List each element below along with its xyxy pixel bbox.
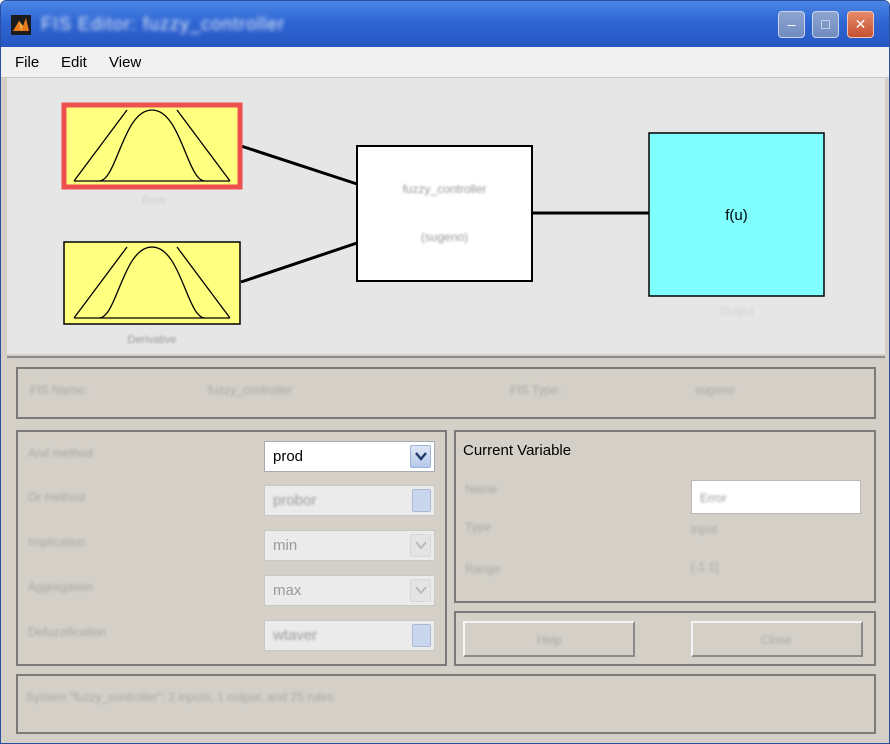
variable-name-label: Name <box>465 482 498 496</box>
close-button[interactable]: Close <box>691 621 863 657</box>
input1-label: Error <box>141 195 167 207</box>
close-button-label: Close <box>761 633 792 647</box>
and-method-select[interactable]: prod <box>264 441 435 472</box>
and-method-label: And method <box>28 446 93 460</box>
variable-name-field[interactable]: Error <box>691 480 861 514</box>
menu-edit[interactable]: Edit <box>61 54 87 71</box>
fis-type-value: sugeno <box>695 383 735 397</box>
output-label: Output <box>720 306 754 318</box>
fis-type-label: FIS Type: <box>510 383 562 397</box>
input1-mf-box[interactable] <box>61 102 243 190</box>
variable-type-value: input <box>691 522 718 536</box>
minimize-button[interactable]: – <box>778 11 805 38</box>
fis-diagram: Error Derivative fuzzy_controller (sugen… <box>7 78 885 354</box>
dropdown-arrow-icon[interactable] <box>410 579 431 602</box>
close-icon: ✕ <box>854 16 867 32</box>
variable-range-value: [-1 1] <box>691 560 719 574</box>
menu-file[interactable]: File <box>15 54 39 71</box>
status-text: System "fuzzy_controller": 2 inputs, 1 o… <box>26 690 334 704</box>
rules-type: (sugeno) <box>420 230 469 244</box>
aggregation-value: max <box>273 582 302 599</box>
dropdown-arrow-icon[interactable] <box>412 489 431 512</box>
connector-input2 <box>240 241 358 284</box>
help-button[interactable]: Help <box>463 621 635 657</box>
dropdown-arrow-icon[interactable] <box>410 445 431 468</box>
window-title: FIS Editor: fuzzy_controller <box>41 14 286 34</box>
aggregation-label: Aggregation <box>28 580 93 594</box>
dropdown-arrow-icon[interactable] <box>412 624 431 647</box>
defuzzification-value: wtaver <box>273 627 318 644</box>
variable-range-label: Range <box>465 562 501 576</box>
aggregation-select[interactable]: max <box>264 575 435 606</box>
maximize-icon: □ <box>821 16 830 32</box>
editor-panel: FIS Name: fuzzy_controller FIS Type: sug… <box>7 356 885 743</box>
close-window-button[interactable]: ✕ <box>847 11 874 38</box>
help-button-label: Help <box>537 633 562 647</box>
menu-view[interactable]: View <box>109 54 141 71</box>
maximize-button[interactable]: □ <box>812 11 839 38</box>
rules-box[interactable] <box>356 145 533 282</box>
implication-value: min <box>273 537 298 554</box>
connector-input1 <box>240 144 358 186</box>
input2-mf-box[interactable] <box>63 241 241 325</box>
dropdown-arrow-icon[interactable] <box>410 534 431 557</box>
input2-label: Derivative <box>127 334 177 346</box>
defuzzification-label: Defuzzification <box>28 625 107 639</box>
or-method-value: probor <box>273 492 317 509</box>
title-bar[interactable]: FIS Editor: fuzzy_controller – □ ✕ <box>1 1 889 47</box>
implication-label: Implication <box>28 535 86 549</box>
fis-editor-window: FIS Editor: fuzzy_controller – □ ✕ File … <box>0 0 890 744</box>
or-method-label: Or method <box>28 490 85 504</box>
fis-name-value: fuzzy_controller <box>208 383 293 397</box>
minimize-icon: – <box>787 16 796 32</box>
fis-info-frame: FIS Name: fuzzy_controller FIS Type: sug… <box>16 367 876 419</box>
implication-select[interactable]: min <box>264 530 435 561</box>
menu-bar: File Edit View <box>1 47 889 78</box>
current-variable-frame: Current Variable Name Error Type input R… <box>454 430 876 603</box>
defuzzification-select[interactable]: wtaver <box>264 620 435 651</box>
rules-name: fuzzy_controller <box>402 182 487 196</box>
and-method-value: prod <box>273 448 304 465</box>
methods-frame: And method prod Or method probor Implica… <box>16 430 447 666</box>
status-frame: System "fuzzy_controller": 2 inputs, 1 o… <box>16 674 876 734</box>
current-variable-title: Current Variable <box>463 442 572 459</box>
buttons-frame: Help Close <box>454 611 876 666</box>
variable-type-label: Type <box>465 520 492 534</box>
or-method-select[interactable]: probor <box>264 485 435 516</box>
output-function-text: f(u) <box>725 207 748 224</box>
matlab-icon <box>11 15 31 35</box>
fis-name-label: FIS Name: <box>30 383 88 397</box>
variable-name-value: Error <box>700 491 727 505</box>
